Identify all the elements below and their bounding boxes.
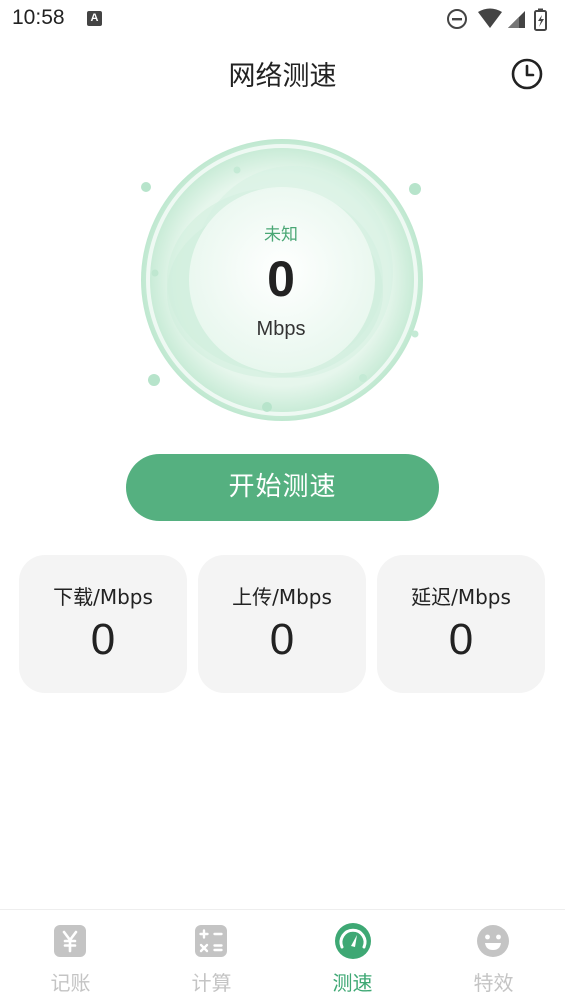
nav-label-calculator: 计算 bbox=[191, 971, 232, 995]
speed-unit: Mbps bbox=[256, 318, 306, 340]
nav-label-bookkeeping: 记账 bbox=[50, 971, 91, 995]
speed-status: 未知 bbox=[264, 225, 298, 245]
wifi-icon bbox=[478, 8, 502, 28]
latency-label: 延迟/Mbps bbox=[411, 585, 511, 609]
latency-card: 延迟/Mbps 0 bbox=[377, 555, 545, 693]
system-icons bbox=[445, 7, 555, 31]
signal-icon bbox=[508, 11, 525, 28]
upload-value: 0 bbox=[269, 615, 295, 664]
bottom-nav: 记账 计算 测速 特效 bbox=[0, 909, 565, 1004]
status-bar: 10:58 A bbox=[0, 0, 565, 40]
battery-icon bbox=[534, 8, 547, 31]
speed-value: 0 bbox=[267, 251, 295, 307]
nav-item-bookkeeping[interactable]: 记账 bbox=[0, 910, 141, 1004]
download-value: 0 bbox=[90, 615, 116, 664]
nav-item-calculator[interactable]: 计算 bbox=[141, 910, 282, 1004]
page-title: 网络测速 bbox=[228, 61, 337, 92]
speed-gauge: 未知 0 Mbps bbox=[125, 132, 437, 432]
notification-icon: A bbox=[87, 11, 102, 26]
calculator-icon bbox=[195, 925, 227, 957]
status-time: 10:58 bbox=[12, 6, 65, 29]
start-test-button[interactable]: 开始测速 bbox=[126, 454, 439, 521]
smiley-icon bbox=[477, 925, 509, 957]
download-card: 下载/Mbps 0 bbox=[19, 555, 187, 693]
nav-item-speedtest[interactable]: 测速 bbox=[282, 910, 423, 1004]
nav-item-effects[interactable]: 特效 bbox=[423, 910, 564, 1004]
upload-label: 上传/Mbps bbox=[232, 585, 332, 609]
upload-card: 上传/Mbps 0 bbox=[198, 555, 366, 693]
history-button[interactable] bbox=[508, 55, 546, 93]
speedometer-icon bbox=[335, 923, 371, 959]
latency-value: 0 bbox=[448, 615, 474, 664]
do-not-disturb-icon bbox=[447, 9, 467, 29]
yuan-icon bbox=[54, 925, 86, 957]
clock-icon bbox=[511, 58, 543, 90]
nav-label-speedtest: 测速 bbox=[332, 971, 373, 995]
nav-label-effects: 特效 bbox=[473, 971, 514, 995]
download-label: 下载/Mbps bbox=[53, 585, 153, 609]
